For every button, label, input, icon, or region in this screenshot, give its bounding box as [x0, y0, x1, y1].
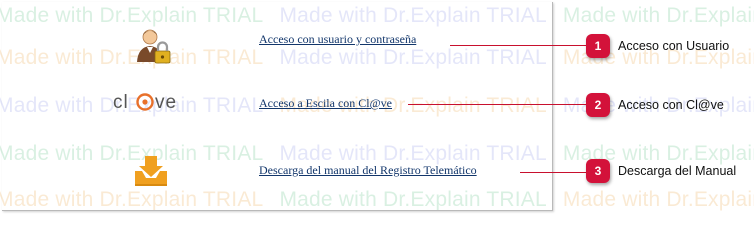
- download-tray-icon[interactable]: [133, 153, 169, 189]
- callout-label-3: Descarga del Manual: [618, 164, 737, 178]
- callout-badge-2: 2: [586, 93, 610, 117]
- link-clave-access[interactable]: Acceso a Escila con Cl@ve: [259, 96, 392, 111]
- link-user-password-access[interactable]: Acceso con usuario y contraseña: [259, 32, 416, 47]
- callout-badge-3: 3: [586, 159, 610, 183]
- callout-label-1: Acceso con Usuario: [618, 39, 730, 53]
- callout-label-2: Acceso con Cl@ve: [618, 98, 724, 112]
- svg-text:cl: cl: [113, 92, 129, 113]
- clave-logo[interactable]: cl ve: [113, 90, 189, 114]
- link-download-manual[interactable]: Descarga del manual del Registro Telemát…: [259, 163, 477, 178]
- callout-line-2: [408, 104, 586, 105]
- callout-line-3: [520, 172, 586, 173]
- callout-badge-1: 1: [586, 34, 610, 58]
- user-lock-icon[interactable]: [133, 26, 173, 66]
- svg-text:ve: ve: [155, 92, 177, 113]
- callout-line-1: [450, 45, 586, 46]
